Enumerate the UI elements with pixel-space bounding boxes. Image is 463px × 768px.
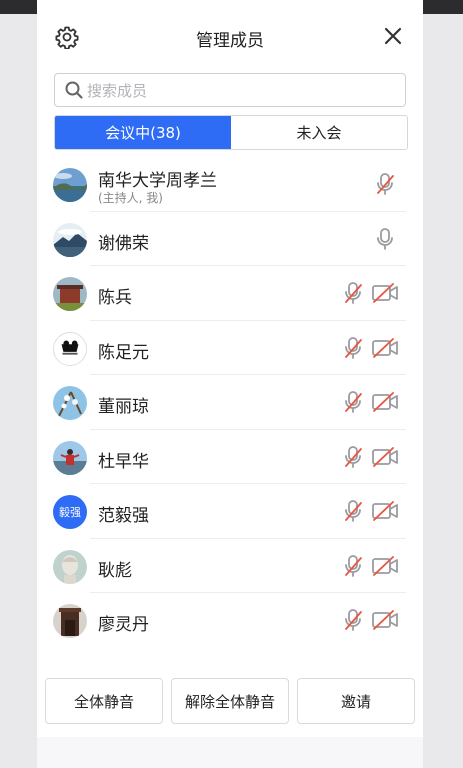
member-list: 南华大学周孝兰 (主持人, 我) 谢佛荣 陈兵 陈足元 董丽琼 杜早华 毅强 范… — [37, 157, 423, 648]
avatar: 毅强 — [53, 495, 87, 529]
member-name: 廖灵丹 — [98, 615, 149, 635]
unmute-all-button[interactable]: 解除全体静音 — [171, 678, 289, 724]
member-row[interactable]: 毅强 范毅强 — [37, 484, 423, 539]
member-row[interactable]: 陈足元 — [37, 321, 423, 375]
avatar — [53, 222, 87, 257]
camera-off-icon[interactable] — [371, 281, 399, 305]
member-row[interactable]: 耿彪 — [37, 539, 423, 593]
mic-on-icon[interactable] — [375, 227, 395, 251]
bottom-band — [37, 737, 423, 768]
avatar — [53, 331, 87, 366]
avatar — [53, 604, 87, 638]
member-name: 董丽琼 — [98, 397, 149, 417]
camera-off-icon[interactable] — [371, 499, 399, 523]
member-tabs: 会议中(38) 未入会 — [54, 115, 408, 150]
footer-actions: 全体静音 解除全体静音 邀请 — [37, 668, 423, 768]
camera-off-icon[interactable] — [371, 608, 399, 632]
member-name: 耿彪 — [98, 560, 132, 581]
search-placeholder: 搜索成员 — [87, 82, 148, 100]
search-icon — [65, 81, 83, 99]
avatar — [53, 168, 87, 202]
member-row[interactable]: 南华大学周孝兰 (主持人, 我) — [37, 157, 423, 212]
member-name: 陈兵 — [98, 288, 132, 308]
avatar — [53, 440, 87, 475]
avatar — [53, 386, 87, 420]
camera-off-icon[interactable] — [371, 554, 399, 578]
mic-muted-icon[interactable] — [343, 281, 363, 305]
tab-not-joined[interactable]: 未入会 — [231, 116, 407, 149]
member-name: 杜早华 — [98, 451, 149, 472]
mic-muted-icon[interactable] — [375, 172, 395, 196]
mute-all-button[interactable]: 全体静音 — [45, 678, 163, 724]
invite-button[interactable]: 邀请 — [297, 678, 415, 724]
member-name: 范毅强 — [98, 506, 149, 526]
close-icon[interactable] — [383, 26, 403, 46]
member-name: 谢佛荣 — [98, 233, 149, 254]
camera-off-icon[interactable] — [371, 390, 399, 414]
tab-in-meeting[interactable]: 会议中(38) — [55, 116, 231, 149]
avatar — [53, 277, 87, 311]
manage-members-panel: 管理成员 搜索成员 会议中(38) 未入会 南华大学周孝兰 (主持人, 我) 谢… — [37, 0, 423, 768]
search-input[interactable]: 搜索成员 — [54, 73, 406, 107]
mic-muted-icon[interactable] — [343, 445, 363, 469]
member-row[interactable]: 杜早华 — [37, 430, 423, 484]
camera-off-icon[interactable] — [371, 445, 399, 469]
mic-muted-icon[interactable] — [343, 390, 363, 414]
mic-muted-icon[interactable] — [343, 608, 363, 632]
mic-muted-icon[interactable] — [343, 336, 363, 360]
member-row[interactable]: 谢佛荣 — [37, 212, 423, 266]
member-row[interactable]: 董丽琼 — [37, 375, 423, 430]
page-title: 管理成员 — [196, 31, 264, 51]
member-name: 南华大学周孝兰 — [98, 171, 217, 191]
mic-muted-icon[interactable] — [343, 499, 363, 523]
mic-muted-icon[interactable] — [343, 554, 363, 578]
header: 管理成员 — [37, 18, 423, 58]
avatar — [53, 549, 87, 584]
member-row[interactable]: 陈兵 — [37, 266, 423, 321]
camera-off-icon[interactable] — [371, 336, 399, 360]
member-name: 陈足元 — [98, 342, 149, 363]
member-row[interactable]: 廖灵丹 — [37, 593, 423, 648]
member-role: (主持人, 我) — [98, 191, 163, 205]
